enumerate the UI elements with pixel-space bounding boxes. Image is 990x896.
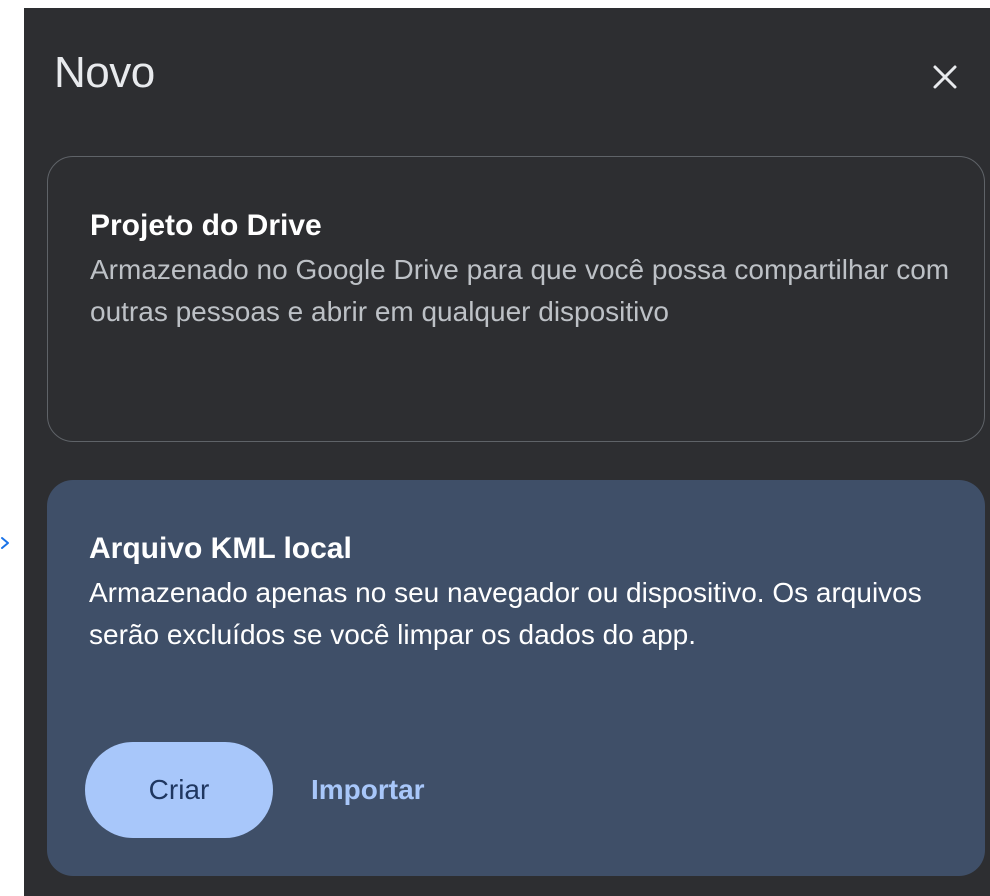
dialog-title: Novo	[54, 48, 155, 97]
close-icon	[933, 65, 957, 89]
dialog-header: Novo	[24, 8, 990, 138]
drive-project-option[interactable]: Projeto do Drive Armazenado no Google Dr…	[47, 156, 985, 442]
create-button[interactable]: Criar	[85, 742, 273, 838]
chevron-right-icon	[0, 528, 14, 558]
new-project-dialog: Novo Projeto do Drive Armazenado no Goog…	[24, 8, 990, 896]
local-kml-title: Arquivo KML local	[89, 532, 352, 565]
local-kml-description: Armazenado apenas no seu navegador ou di…	[89, 577, 922, 650]
drive-project-title: Projeto do Drive	[90, 209, 322, 242]
local-kml-option[interactable]: Arquivo KML local Armazenado apenas no s…	[47, 480, 985, 876]
drive-project-description: Armazenado no Google Drive para que você…	[90, 254, 950, 327]
close-button[interactable]	[914, 46, 976, 108]
import-button[interactable]: Importar	[297, 742, 439, 838]
